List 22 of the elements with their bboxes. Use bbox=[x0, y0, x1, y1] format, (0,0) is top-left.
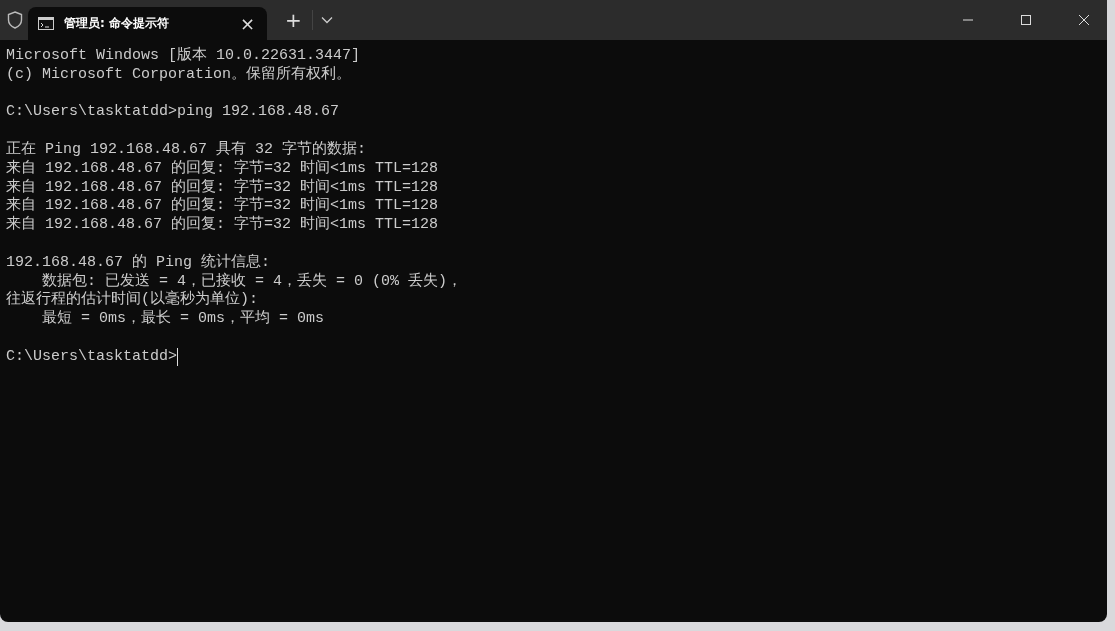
terminal-line: Microsoft Windows [版本 10.0.22631.3447] bbox=[6, 47, 361, 65]
tab-title: 管理员: 命令提示符 bbox=[64, 15, 170, 32]
close-icon[interactable] bbox=[1078, 14, 1090, 26]
terminal-line: C:\Users\tasktatdd>ping 192.168.48.67 bbox=[6, 103, 340, 123]
command-prompt-icon bbox=[38, 17, 54, 30]
terminal-line: 来自 192.168.48.67 的回复: 字节=32 时间<1ms TTL=128 bbox=[6, 159, 439, 178]
terminal-line: 来自 192.168.48.67 的回复: 字节=32 时间<1ms TTL=128 bbox=[6, 216, 439, 235]
new-tab-button[interactable]: + bbox=[281, 10, 306, 30]
terminal-line: 来自 192.168.48.67 的回复: 字节=32 时间<1ms TTL=128 bbox=[6, 197, 439, 215]
terminal-line: 192.168.48.67 的 Ping 统计信息: bbox=[6, 253, 271, 272]
terminal-line: 最短 = 0ms，最长 = 0ms，平均 = 0ms bbox=[41, 310, 325, 329]
terminal-line: 数据包: 已发送 = 4，已接收 = 4，丢失 = 0 (0% 丢失)， bbox=[41, 272, 463, 290]
terminal-line: 往返行程的估计时间(以毫秒为单位): bbox=[6, 291, 258, 310]
dropdown-chevron-icon[interactable] bbox=[320, 16, 333, 24]
command-prompt: C:\Users\tasktatdd> bbox=[6, 347, 178, 367]
terminal-tab[interactable]: 管理员: 命令提示符 × bbox=[28, 7, 267, 40]
close-tab-button[interactable]: × bbox=[239, 14, 255, 33]
maximize-icon[interactable] bbox=[1020, 14, 1032, 26]
terminal-line: (c) Microsoft Corporation。保留所有权利。 bbox=[6, 65, 352, 85]
terminal-line: 正在 Ping 192.168.48.67 具有 32 字节的数据: bbox=[6, 141, 367, 159]
terminal-line: 来自 192.168.48.67 的回复: 字节=32 时间<1ms TTL=128 bbox=[6, 178, 439, 196]
shield-icon bbox=[7, 11, 23, 29]
